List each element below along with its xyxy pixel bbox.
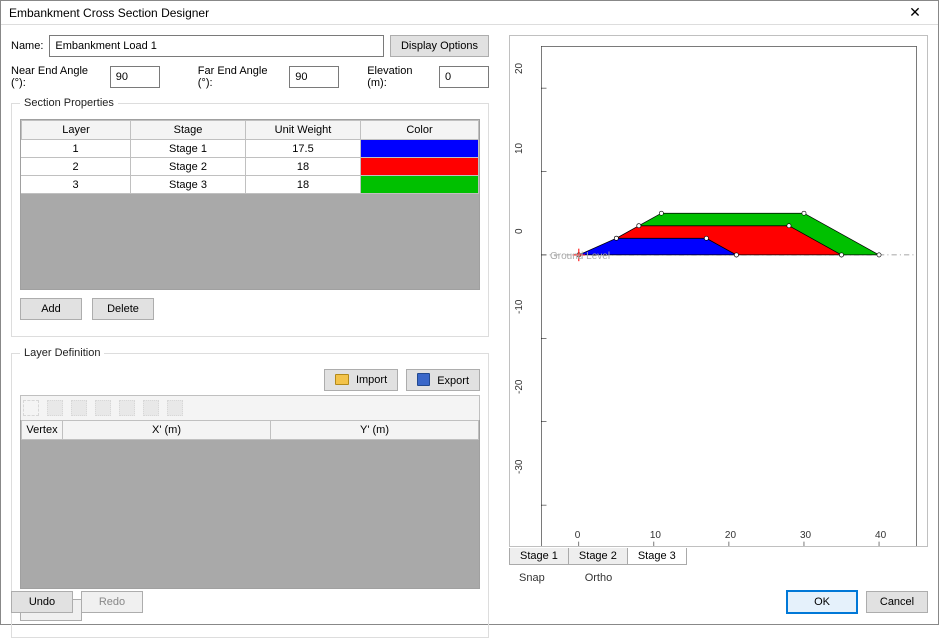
table-row[interactable]: 2Stage 218 bbox=[21, 158, 479, 176]
y-tick-label: -30 bbox=[514, 460, 525, 474]
col-stage: Stage bbox=[131, 120, 246, 140]
y-tick-label: 20 bbox=[514, 63, 525, 74]
col-layer: Layer bbox=[21, 120, 131, 140]
dialog-window: Embankment Cross Section Designer ✕ Name… bbox=[0, 0, 939, 625]
elevation-label: Elevation (m): bbox=[367, 65, 435, 89]
undo-button[interactable]: Undo bbox=[11, 591, 73, 613]
titlebar: Embankment Cross Section Designer ✕ bbox=[1, 1, 938, 25]
far-angle-input[interactable] bbox=[289, 66, 339, 88]
near-angle-input[interactable] bbox=[110, 66, 160, 88]
tab-stage-1[interactable]: Stage 1 bbox=[509, 548, 569, 565]
append-row-icon[interactable] bbox=[143, 400, 159, 416]
col-vertex: Vertex bbox=[21, 420, 63, 440]
stage-tabs: Stage 1Stage 2Stage 3 bbox=[509, 549, 928, 566]
add-button[interactable]: Add bbox=[20, 298, 82, 320]
table-row[interactable]: 3Stage 318 bbox=[21, 176, 479, 194]
y-tick-label: 0 bbox=[514, 228, 525, 234]
name-input[interactable] bbox=[49, 35, 384, 57]
insert-row-icon[interactable] bbox=[119, 400, 135, 416]
elevation-input[interactable] bbox=[439, 66, 489, 88]
delete-button[interactable]: Delete bbox=[92, 298, 154, 320]
ortho-toggle[interactable]: Ortho bbox=[585, 572, 613, 584]
x-tick-label: 0 bbox=[575, 530, 581, 541]
section-properties-table[interactable]: Layer Stage Unit Weight Color 1Stage 117… bbox=[20, 119, 480, 290]
col-unit-weight: Unit Weight bbox=[246, 120, 361, 140]
x-tick-label: 20 bbox=[725, 530, 736, 541]
y-tick-label: -10 bbox=[514, 300, 525, 314]
name-label: Name: bbox=[11, 40, 43, 52]
layer-definition-title: Layer Definition bbox=[20, 347, 104, 359]
save-icon bbox=[417, 373, 430, 386]
table-row[interactable]: 1Stage 117.5 bbox=[21, 140, 479, 158]
x-tick-label: 10 bbox=[650, 530, 661, 541]
ground-level-label: Ground Level bbox=[550, 251, 610, 262]
close-icon[interactable]: ✕ bbox=[896, 1, 934, 24]
section-properties-group: Section Properties Layer Stage Unit Weig… bbox=[11, 97, 489, 337]
y-tick-label: 10 bbox=[514, 143, 525, 154]
export-button[interactable]: Export bbox=[406, 369, 480, 391]
select-icon[interactable] bbox=[23, 400, 39, 416]
paste-icon[interactable] bbox=[95, 400, 111, 416]
ok-button[interactable]: OK bbox=[786, 590, 858, 614]
col-color: Color bbox=[361, 120, 479, 140]
import-button[interactable]: Import bbox=[324, 369, 398, 391]
tab-stage-3[interactable]: Stage 3 bbox=[628, 548, 687, 565]
y-tick-label: -20 bbox=[514, 380, 525, 394]
display-options-button[interactable]: Display Options bbox=[390, 35, 489, 57]
folder-open-icon bbox=[335, 374, 349, 385]
col-x: X' (m) bbox=[63, 420, 271, 440]
x-tick-label: 40 bbox=[875, 530, 886, 541]
cut-icon[interactable] bbox=[47, 400, 63, 416]
cancel-button[interactable]: Cancel bbox=[866, 591, 928, 613]
col-y: Y' (m) bbox=[271, 420, 479, 440]
tab-stage-2[interactable]: Stage 2 bbox=[569, 548, 628, 565]
redo-button: Redo bbox=[81, 591, 143, 613]
layer-definition-table[interactable]: Vertex X' (m) Y' (m) bbox=[20, 420, 480, 589]
snap-toggle[interactable]: Snap bbox=[519, 572, 545, 584]
section-properties-title: Section Properties bbox=[20, 97, 118, 109]
far-angle-label: Far End Angle (°): bbox=[198, 65, 285, 89]
delete-row-icon[interactable] bbox=[167, 400, 183, 416]
copy-icon[interactable] bbox=[71, 400, 87, 416]
window-title: Embankment Cross Section Designer bbox=[9, 6, 896, 20]
vertex-toolbar bbox=[20, 395, 480, 420]
preview-canvas[interactable]: Ground Level 0 10 20 30 40 -30 -20 -10 0 10 20 bbox=[509, 35, 928, 547]
x-tick-label: 30 bbox=[800, 530, 811, 541]
near-angle-label: Near End Angle (°): bbox=[11, 65, 106, 89]
